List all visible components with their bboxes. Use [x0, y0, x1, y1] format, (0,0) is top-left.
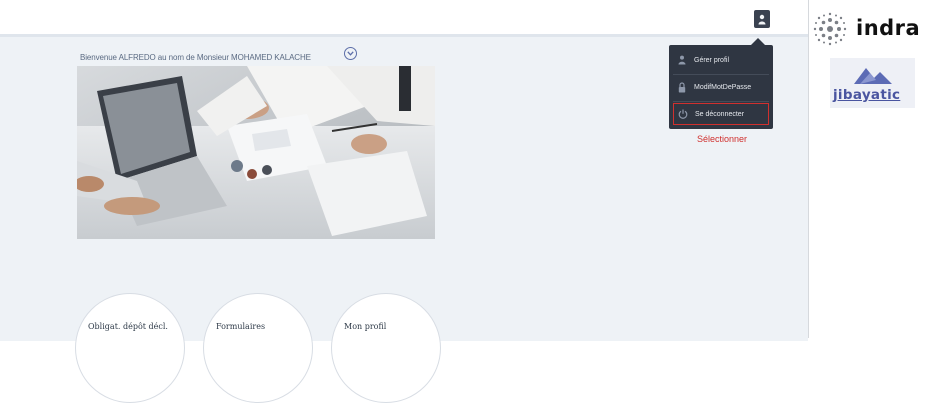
user-icon: [758, 14, 766, 24]
menu-item-logout[interactable]: Se déconnecter: [673, 103, 769, 125]
tile-label: Mon profil: [344, 322, 387, 331]
tile-label: Obligat. dépôt décl.: [88, 322, 168, 331]
jibayatic-wordmark: jibayatic: [833, 87, 901, 103]
app-window: Bienvenue ALFREDO au nom de Monsieur MOH…: [0, 0, 808, 403]
indra-wordmark: indra: [856, 16, 921, 40]
menu-item-label: Se déconnecter: [695, 110, 745, 118]
panel-divider: [808, 0, 809, 338]
tile-label: Formulaires: [216, 322, 266, 331]
menu-item-label: Gérer profil: [694, 56, 730, 64]
menu-item-label: ModifMotDePasse: [694, 83, 752, 91]
mountain-icon: [854, 68, 892, 84]
banner-photo: [77, 66, 435, 239]
user-icon: [677, 54, 687, 66]
tile-mon-profil[interactable]: Mon profil: [331, 293, 441, 403]
power-icon: [678, 108, 688, 120]
menu-item-change-password[interactable]: ModifMotDePasse: [673, 76, 769, 98]
menu-divider: [673, 74, 769, 75]
menu-divider: [673, 101, 769, 102]
user-dropdown-menu: Gérer profil ModifMotDePasse Se déconnec…: [669, 38, 773, 129]
select-annotation: Sélectionner: [697, 134, 748, 144]
menu-item-manage-profile[interactable]: Gérer profil: [673, 49, 769, 71]
welcome-message: Bienvenue ALFREDO au nom de Monsieur MOH…: [80, 53, 311, 62]
chevron-down-icon[interactable]: [344, 47, 357, 60]
tile-obligations[interactable]: Obligat. dépôt décl.: [75, 293, 185, 403]
top-bar: [0, 0, 808, 34]
lock-icon: [677, 81, 687, 93]
indra-dots-icon: [813, 12, 847, 46]
tile-formulaires[interactable]: Formulaires: [203, 293, 313, 403]
jibayatic-logo: jibayatic: [830, 58, 915, 108]
user-menu-button[interactable]: [754, 10, 770, 28]
indra-logo: indra: [812, 12, 928, 46]
